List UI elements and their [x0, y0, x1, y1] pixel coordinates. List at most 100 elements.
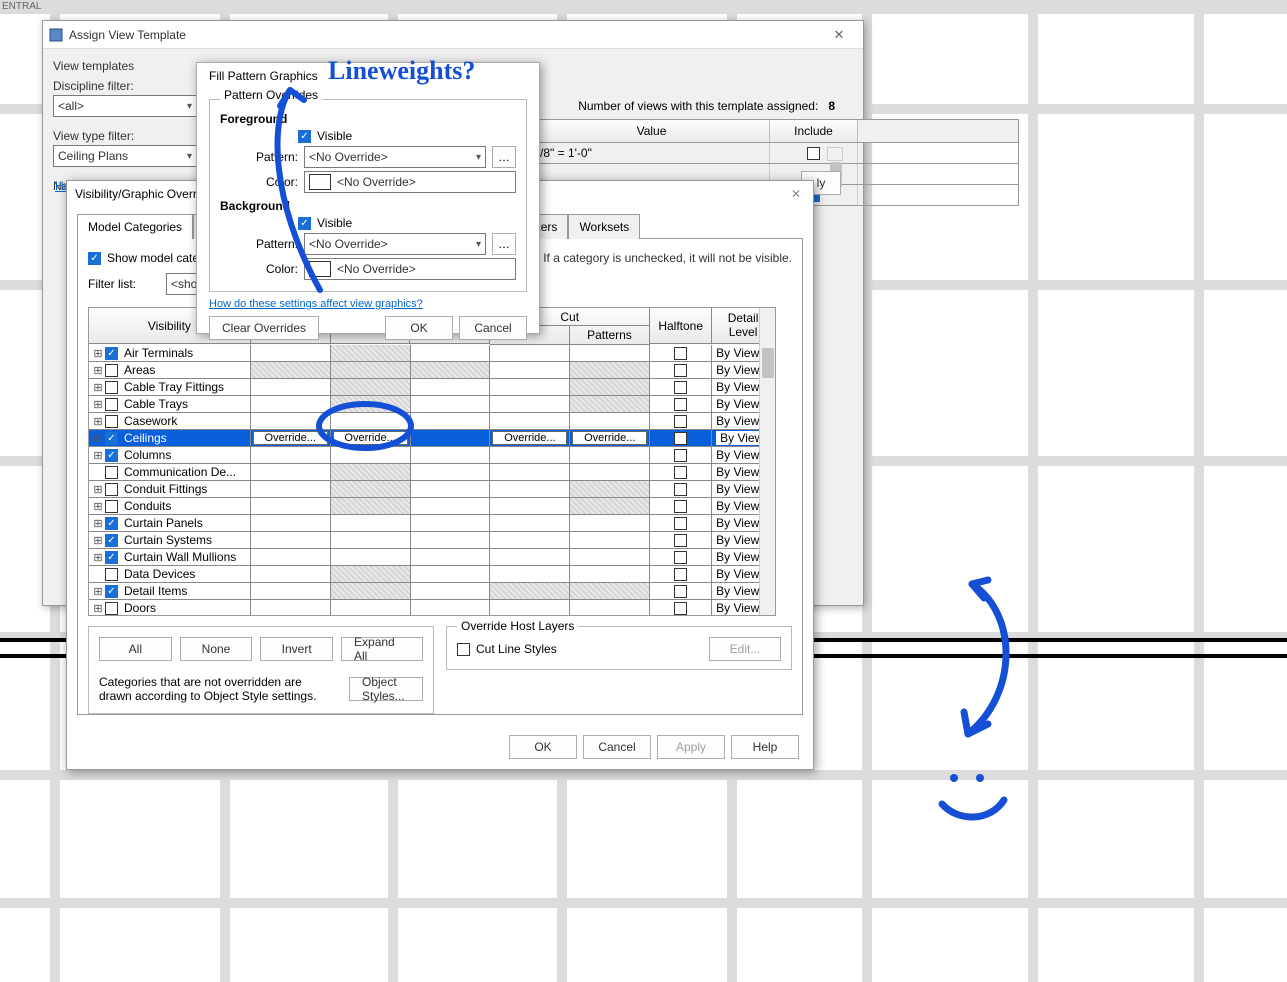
override-cell[interactable]	[570, 464, 650, 481]
halftone-cell[interactable]	[650, 379, 712, 396]
category-checkbox[interactable]	[105, 347, 118, 360]
category-checkbox[interactable]	[105, 364, 118, 377]
override-cell[interactable]	[411, 532, 491, 549]
tab-model-categories[interactable]: Model Categories	[77, 214, 193, 239]
expand-all-button[interactable]: Expand All	[341, 637, 423, 661]
category-checkbox[interactable]	[105, 602, 118, 615]
halftone-checkbox[interactable]	[674, 568, 687, 581]
cut-line-styles-checkbox[interactable]	[457, 643, 470, 656]
halftone-cell[interactable]	[650, 362, 712, 379]
override-cell[interactable]	[490, 481, 570, 498]
expand-icon[interactable]: ⊞	[93, 585, 103, 598]
apply-button[interactable]: Apply	[657, 735, 725, 759]
table-row[interactable]: ⊞CeilingsOverride...Override...Override.…	[89, 430, 775, 447]
expand-icon[interactable]: ⊞	[93, 449, 103, 462]
table-row[interactable]: ⊞CaseworkBy View	[89, 413, 775, 430]
override-cell[interactable]	[570, 413, 650, 430]
override-cell[interactable]: Override...	[251, 430, 331, 447]
override-cell[interactable]	[490, 396, 570, 413]
help-button[interactable]: Help	[731, 735, 799, 759]
visibility-cell[interactable]: ⊞Curtain Wall Mullions	[89, 549, 251, 566]
category-checkbox[interactable]	[105, 568, 118, 581]
override-cell[interactable]	[331, 379, 411, 396]
fg-pattern-select[interactable]: <No Override>▾	[304, 146, 486, 168]
expand-icon[interactable]: ⊞	[93, 602, 103, 615]
table-row[interactable]: ⊞ConduitsBy View	[89, 498, 775, 515]
halftone-cell[interactable]	[650, 396, 712, 413]
halftone-checkbox[interactable]	[674, 347, 687, 360]
bg-pattern-select[interactable]: <No Override>▾	[304, 233, 486, 255]
override-cell[interactable]	[411, 345, 491, 362]
halftone-checkbox[interactable]	[674, 500, 687, 513]
override-cell[interactable]	[570, 515, 650, 532]
category-checkbox[interactable]	[105, 466, 118, 479]
expand-icon[interactable]: ⊞	[93, 364, 103, 377]
dialog-titlebar[interactable]: Assign View Template ✕	[43, 21, 863, 49]
halftone-cell[interactable]	[650, 481, 712, 498]
override-cell[interactable]	[490, 583, 570, 600]
expand-icon[interactable]: ⊞	[93, 517, 103, 530]
category-checkbox[interactable]	[105, 449, 118, 462]
override-cell[interactable]	[490, 498, 570, 515]
fp-help-link[interactable]: How do these settings affect view graphi…	[209, 298, 423, 310]
override-cell[interactable]	[251, 549, 331, 566]
category-checkbox[interactable]	[105, 551, 118, 564]
override-cell[interactable]	[411, 498, 491, 515]
override-cell[interactable]	[411, 515, 491, 532]
override-cell[interactable]	[251, 447, 331, 464]
override-cell[interactable]	[570, 566, 650, 583]
override-cell[interactable]	[490, 515, 570, 532]
visibility-cell[interactable]: ⊞Casework	[89, 413, 251, 430]
override-cell[interactable]	[570, 600, 650, 615]
override-cell[interactable]	[331, 447, 411, 464]
override-cell[interactable]	[490, 600, 570, 615]
category-checkbox[interactable]	[105, 517, 118, 530]
halftone-checkbox[interactable]	[674, 483, 687, 496]
override-cell[interactable]	[251, 583, 331, 600]
include-checkbox[interactable]	[807, 147, 820, 160]
expand-icon[interactable]: ⊞	[93, 347, 103, 360]
categories-table[interactable]: Visibility Cut Patterns Halftone Detail …	[88, 307, 776, 616]
halftone-cell[interactable]	[650, 515, 712, 532]
fp-cancel-button[interactable]: Cancel	[459, 316, 527, 340]
override-cell[interactable]	[251, 379, 331, 396]
override-cell[interactable]	[331, 549, 411, 566]
cancel-button[interactable]: Cancel	[583, 735, 651, 759]
override-cell[interactable]	[331, 566, 411, 583]
tab-worksets[interactable]: Worksets	[568, 214, 640, 239]
override-cell[interactable]	[331, 413, 411, 430]
visibility-cell[interactable]: ⊞Air Terminals	[89, 345, 251, 362]
override-cell[interactable]	[251, 566, 331, 583]
all-button[interactable]: All	[99, 637, 172, 661]
clear-overrides-button[interactable]: Clear Overrides	[209, 316, 319, 340]
override-cell[interactable]	[570, 481, 650, 498]
override-cell[interactable]	[490, 362, 570, 379]
override-cell[interactable]	[331, 464, 411, 481]
table-row[interactable]: ⊞Curtain SystemsBy View	[89, 532, 775, 549]
table-row[interactable]: Communication De...By View	[89, 464, 775, 481]
invert-button[interactable]: Invert	[260, 637, 333, 661]
object-styles-button[interactable]: Object Styles...	[349, 677, 423, 701]
halftone-checkbox[interactable]	[674, 466, 687, 479]
fg-color-select[interactable]: <No Override>	[304, 171, 516, 193]
view-type-filter-select[interactable]: Ceiling Plans▾	[53, 145, 197, 167]
halftone-cell[interactable]	[650, 498, 712, 515]
override-cell[interactable]	[251, 515, 331, 532]
override-cell[interactable]	[251, 532, 331, 549]
override-cell[interactable]	[331, 583, 411, 600]
halftone-cell[interactable]	[650, 583, 712, 600]
override-cell[interactable]	[570, 362, 650, 379]
halftone-cell[interactable]	[650, 600, 712, 615]
override-cell[interactable]	[570, 379, 650, 396]
override-cell[interactable]	[490, 464, 570, 481]
override-cell[interactable]	[570, 549, 650, 566]
table-row[interactable]: ⊞Detail ItemsBy View	[89, 583, 775, 600]
close-icon[interactable]: ✕	[821, 23, 857, 47]
override-cell[interactable]	[570, 396, 650, 413]
override-cell[interactable]	[490, 345, 570, 362]
override-cell[interactable]	[411, 396, 491, 413]
override-cell[interactable]	[331, 532, 411, 549]
override-cell[interactable]	[490, 447, 570, 464]
category-checkbox[interactable]	[105, 483, 118, 496]
fg-visible-checkbox[interactable]	[298, 130, 311, 143]
